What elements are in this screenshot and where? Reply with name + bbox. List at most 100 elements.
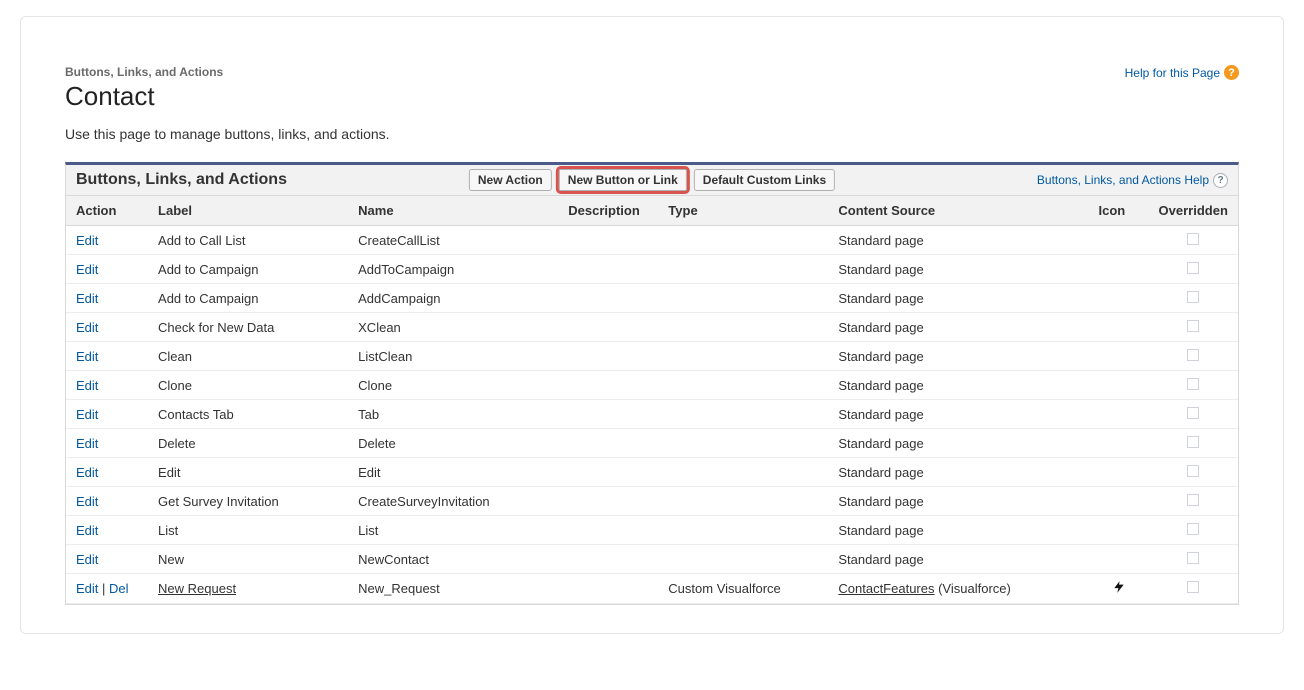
cell-name: NewContact <box>348 545 558 574</box>
cell-overridden <box>1149 371 1238 400</box>
cell-label: Check for New Data <box>148 313 348 342</box>
cell-action: Edit <box>66 255 148 284</box>
edit-link[interactable]: Edit <box>76 320 98 335</box>
table-row: Edit | DelNew RequestNew_RequestCustom V… <box>66 574 1238 604</box>
help-icon: ? <box>1213 173 1228 188</box>
cell-label: New <box>148 545 348 574</box>
panel-help-label: Buttons, Links, and Actions Help <box>1037 173 1209 187</box>
edit-link[interactable]: Edit <box>76 436 98 451</box>
cell-description <box>558 226 658 255</box>
edit-link[interactable]: Edit <box>76 349 98 364</box>
overridden-checkbox <box>1187 581 1199 593</box>
help-for-this-page-link[interactable]: Help for this Page ? <box>1125 65 1239 80</box>
cell-label: Add to Campaign <box>148 255 348 284</box>
cell-overridden <box>1149 429 1238 458</box>
edit-link[interactable]: Edit <box>76 581 98 596</box>
cell-description <box>558 429 658 458</box>
cell-description <box>558 400 658 429</box>
label-link[interactable]: New Request <box>158 581 236 596</box>
table-row: Edit DeleteDelete Standard page <box>66 429 1238 458</box>
delete-link[interactable]: Del <box>109 581 129 596</box>
cell-content-source: Standard page <box>828 400 1088 429</box>
cell-action: Edit <box>66 458 148 487</box>
cell-icon <box>1089 255 1149 284</box>
cell-type <box>658 226 828 255</box>
overridden-checkbox <box>1187 262 1199 274</box>
cell-icon <box>1089 458 1149 487</box>
cell-action: Edit <box>66 226 148 255</box>
cell-content-source: Standard page <box>828 429 1088 458</box>
cell-content-source: Standard page <box>828 516 1088 545</box>
cell-name: Tab <box>348 400 558 429</box>
edit-link[interactable]: Edit <box>76 291 98 306</box>
cell-content-source: Standard page <box>828 342 1088 371</box>
cell-content-source: Standard page <box>828 371 1088 400</box>
cell-name: AddToCampaign <box>348 255 558 284</box>
cell-name: Edit <box>348 458 558 487</box>
panel-header: Buttons, Links, and Actions New Action N… <box>66 165 1238 196</box>
breadcrumb: Buttons, Links, and Actions <box>65 65 223 79</box>
page-title: Contact <box>65 81 223 112</box>
cell-type <box>658 371 828 400</box>
cell-label: Contacts Tab <box>148 400 348 429</box>
col-header-content-source: Content Source <box>828 196 1088 226</box>
page-intro-text: Use this page to manage buttons, links, … <box>65 126 1239 142</box>
table-row: EditAdd to CampaignAddCampaignStandard p… <box>66 284 1238 313</box>
cell-label: New Request <box>148 574 348 604</box>
cell-action: Edit <box>66 516 148 545</box>
cell-overridden <box>1149 342 1238 371</box>
table-row: EditEditEditStandard page <box>66 458 1238 487</box>
lightning-icon <box>1112 582 1126 597</box>
cell-name: List <box>348 516 558 545</box>
cell-action: Edit | Del <box>66 574 148 604</box>
cell-overridden <box>1149 545 1238 574</box>
edit-link[interactable]: Edit <box>76 523 98 538</box>
cell-name: CreateCallList <box>348 226 558 255</box>
cell-name: CreateSurveyInvitation <box>348 487 558 516</box>
cell-action: Edit <box>66 313 148 342</box>
cell-label: Add to Campaign <box>148 284 348 313</box>
cell-content-source: Standard page <box>828 226 1088 255</box>
cell-type <box>658 545 828 574</box>
cell-type <box>658 458 828 487</box>
cell-overridden <box>1149 255 1238 284</box>
edit-link[interactable]: Edit <box>76 262 98 277</box>
cell-name: Clone <box>348 371 558 400</box>
cell-action: Edit <box>66 400 148 429</box>
cell-name: XClean <box>348 313 558 342</box>
cell-description <box>558 574 658 604</box>
overridden-checkbox <box>1187 465 1199 477</box>
cell-name: ListClean <box>348 342 558 371</box>
edit-link[interactable]: Edit <box>76 233 98 248</box>
panel-help-link[interactable]: Buttons, Links, and Actions Help ? <box>1037 173 1228 188</box>
cell-name: Delete <box>348 429 558 458</box>
actions-table: Action Label Name Description Type Conte… <box>66 196 1238 604</box>
page-header-left: Buttons, Links, and Actions Contact <box>65 65 223 126</box>
cell-overridden <box>1149 313 1238 342</box>
cell-overridden <box>1149 400 1238 429</box>
cell-type <box>658 487 828 516</box>
cell-type <box>658 400 828 429</box>
table-body: EditAdd to Call ListCreateCallListStanda… <box>66 226 1238 604</box>
content-source-link[interactable]: ContactFeatures <box>838 581 934 596</box>
new-action-button[interactable]: New Action <box>469 169 552 191</box>
cell-description <box>558 371 658 400</box>
overridden-checkbox <box>1187 436 1199 448</box>
new-button-or-link-button[interactable]: New Button or Link <box>559 169 687 191</box>
default-custom-links-button[interactable]: Default Custom Links <box>694 169 835 191</box>
cell-type <box>658 516 828 545</box>
table-row: EditCleanListCleanStandard page <box>66 342 1238 371</box>
cell-action: Edit <box>66 371 148 400</box>
cell-action: Edit <box>66 284 148 313</box>
cell-type <box>658 284 828 313</box>
edit-link[interactable]: Edit <box>76 378 98 393</box>
col-header-type: Type <box>658 196 828 226</box>
cell-description <box>558 255 658 284</box>
edit-link[interactable]: Edit <box>76 494 98 509</box>
edit-link[interactable]: Edit <box>76 552 98 567</box>
cell-type <box>658 313 828 342</box>
cell-description <box>558 487 658 516</box>
edit-link[interactable]: Edit <box>76 465 98 480</box>
edit-link[interactable]: Edit <box>76 407 98 422</box>
cell-label: Delete <box>148 429 348 458</box>
